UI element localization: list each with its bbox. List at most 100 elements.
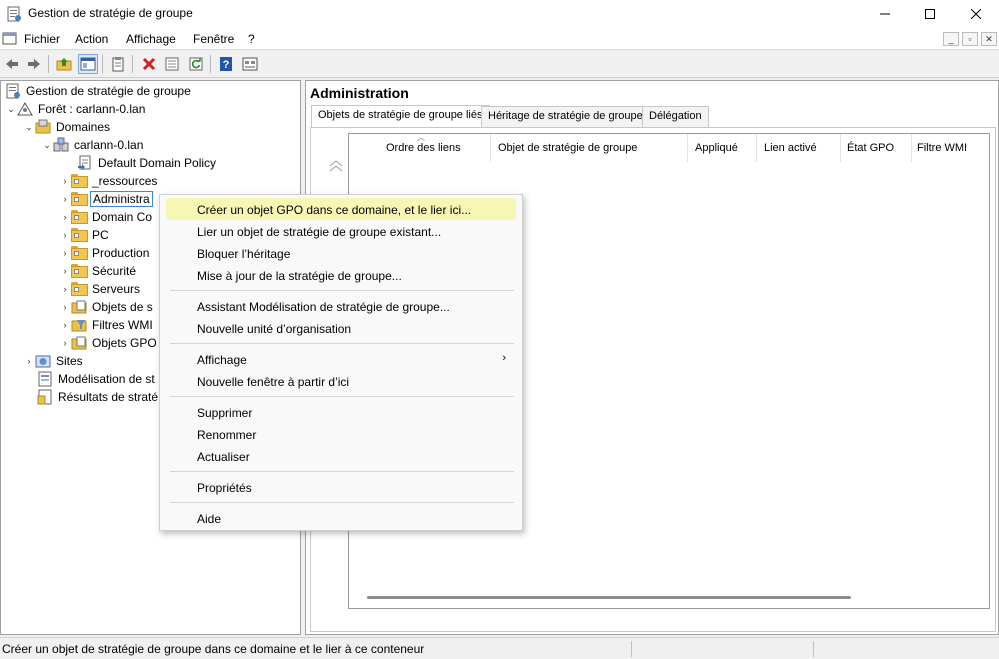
tree-item-gp-modeling[interactable]: Modélisation de st: [37, 370, 157, 388]
tree-item-forest[interactable]: ⌄ Forêt : carlann-0.lan: [5, 100, 147, 118]
column-label: Appliqué: [695, 142, 738, 154]
menu-item-rename[interactable]: Renommer: [166, 423, 516, 445]
refresh-button[interactable]: [186, 54, 206, 74]
tree-item-gp-results[interactable]: Résultats de straté: [37, 388, 160, 406]
menu-item-new-ou[interactable]: Nouvelle unité d’organisation: [166, 317, 516, 339]
console-view-button[interactable]: [240, 54, 260, 74]
menu-item-gp-update[interactable]: Mise à jour de la stratégie de groupe...: [166, 264, 516, 286]
sort-asc-icon: ︿: [417, 133, 425, 142]
show-hide-tree-button[interactable]: [78, 54, 98, 74]
column-gpo[interactable]: Objet de stratégie de groupe: [493, 134, 688, 162]
refresh-icon: [189, 57, 203, 71]
menu-action[interactable]: Action: [75, 32, 108, 46]
menu-item-properties[interactable]: Propriétés: [166, 476, 516, 498]
maximize-button[interactable]: [907, 0, 953, 28]
tree-item-domain[interactable]: ⌄ carlann-0.lan: [41, 136, 145, 154]
delete-button[interactable]: [139, 54, 159, 74]
chevron-right-icon[interactable]: ›: [59, 266, 71, 276]
tab-linked-gpos[interactable]: Objets de stratégie de groupe liés: [311, 105, 490, 128]
column-link-order[interactable]: ︿ Ordre des liens: [349, 133, 491, 162]
back-button[interactable]: [2, 54, 22, 74]
tree-item-administration[interactable]: › Administra: [59, 190, 153, 208]
status-bar: Créer un objet de stratégie de groupe da…: [0, 637, 999, 659]
chevron-down-icon[interactable]: ⌄: [5, 104, 17, 115]
chevron-right-icon[interactable]: ›: [59, 230, 71, 240]
tree-label: Objets de s: [92, 300, 153, 314]
chevron-right-icon[interactable]: ›: [59, 212, 71, 222]
menu-item-block-inheritance[interactable]: Bloquer l’héritage: [166, 242, 516, 264]
tree-item-gpo-objects[interactable]: › Objets GPO: [59, 334, 159, 352]
menu-affichage[interactable]: Affichage: [126, 32, 176, 46]
forward-button[interactable]: [24, 54, 44, 74]
up-one-level-button[interactable]: [54, 54, 74, 74]
tree-item-ressources[interactable]: › _ressources: [59, 172, 159, 190]
tab-delegation[interactable]: Délégation: [642, 106, 709, 127]
menu-item-new-window-from-here[interactable]: Nouvelle fenêtre à partir d’ici: [166, 370, 516, 392]
help-icon: ?: [220, 57, 232, 71]
menu-separator: [170, 396, 514, 397]
column-link-enabled[interactable]: Lien activé: [759, 134, 841, 162]
tree-item-serveurs[interactable]: › Serveurs: [59, 280, 142, 298]
chevron-right-icon[interactable]: ›: [59, 302, 71, 312]
chevron-right-icon[interactable]: ›: [59, 338, 71, 348]
tree-item-starter-gpos[interactable]: › Objets de s: [59, 298, 155, 316]
tree-item-sites[interactable]: › Sites: [23, 352, 85, 370]
chevron-right-icon[interactable]: ›: [59, 176, 71, 186]
column-gpo-status[interactable]: État GPO: [842, 134, 912, 162]
column-enforced[interactable]: Appliqué: [690, 134, 757, 162]
close-button[interactable]: [953, 0, 999, 28]
sites-icon: [35, 353, 51, 369]
horizontal-scrollbar[interactable]: [367, 596, 851, 599]
forward-arrow-icon: [28, 59, 40, 69]
column-label: État GPO: [847, 142, 895, 154]
column-label: Lien activé: [764, 142, 817, 154]
menu-item-refresh[interactable]: Actualiser: [166, 445, 516, 467]
ou-folder-icon: [71, 210, 88, 226]
chevron-right-icon[interactable]: ›: [59, 194, 71, 204]
delete-x-icon: [142, 57, 156, 71]
menu-item-view[interactable]: Affichage ›: [166, 348, 516, 370]
chevron-down-icon[interactable]: ⌄: [23, 122, 35, 133]
tree-item-wmi-filters[interactable]: › Filtres WMI: [59, 316, 155, 334]
menu-fichier[interactable]: Fichier: [24, 32, 60, 46]
menu-item-help[interactable]: Aide: [166, 507, 516, 529]
child-restore-button[interactable]: ▫: [962, 32, 978, 46]
menu-item-create-gpo-link[interactable]: Créer un objet GPO dans ce domaine, et l…: [166, 198, 516, 220]
properties-button[interactable]: [162, 54, 182, 74]
tree-item-domaines[interactable]: ⌄ Domaines: [23, 118, 112, 136]
chevron-down-icon[interactable]: ⌄: [41, 140, 53, 151]
chevron-right-icon[interactable]: ›: [59, 284, 71, 294]
move-link-top-button[interactable]: [328, 159, 344, 175]
chevron-right-icon[interactable]: ›: [59, 248, 71, 258]
ou-folder-icon: [71, 228, 88, 244]
minimize-button[interactable]: [862, 0, 908, 28]
tree-item-domain-controllers[interactable]: › Domain Co: [59, 208, 154, 226]
menu-help[interactable]: ?: [248, 32, 255, 46]
tree-label: Domaines: [56, 120, 111, 134]
child-close-button[interactable]: ✕: [981, 32, 997, 46]
child-minimize-button[interactable]: _: [943, 32, 959, 46]
menu-separator: [170, 343, 514, 344]
clipboard-button[interactable]: [108, 54, 128, 74]
tree-label: Default Domain Policy: [98, 156, 217, 170]
menu-fenetre[interactable]: Fenêtre: [193, 32, 234, 46]
menu-item-modeling-wizard[interactable]: Assistant Modélisation de stratégie de g…: [166, 295, 516, 317]
tree-item-production[interactable]: › Production: [59, 244, 151, 262]
chevron-right-icon[interactable]: ›: [59, 320, 71, 330]
console-window-icon[interactable]: [2, 31, 18, 47]
tree-item-securite[interactable]: › Sécurité: [59, 262, 138, 280]
toolbar-separator: [48, 55, 49, 73]
column-label: Ordre des liens: [386, 142, 461, 154]
chevron-right-icon[interactable]: ›: [23, 356, 35, 366]
tree-item-pc[interactable]: › PC: [59, 226, 111, 244]
maximize-icon: [925, 9, 935, 19]
help-button[interactable]: ?: [216, 54, 236, 74]
menu-item-delete[interactable]: Supprimer: [166, 401, 516, 423]
column-wmi-filter[interactable]: Filtre WMI: [912, 134, 990, 162]
tree-root-gpmc[interactable]: Gestion de stratégie de groupe: [5, 82, 193, 100]
tab-gp-inheritance[interactable]: Héritage de stratégie de groupe: [481, 106, 650, 127]
menu-item-link-existing-gpo[interactable]: Lier un objet de stratégie de groupe exi…: [166, 220, 516, 242]
ou-folder-icon: [71, 246, 88, 262]
ou-folder-icon: [71, 264, 88, 280]
tree-item-default-domain-policy[interactable]: Default Domain Policy: [77, 154, 218, 172]
